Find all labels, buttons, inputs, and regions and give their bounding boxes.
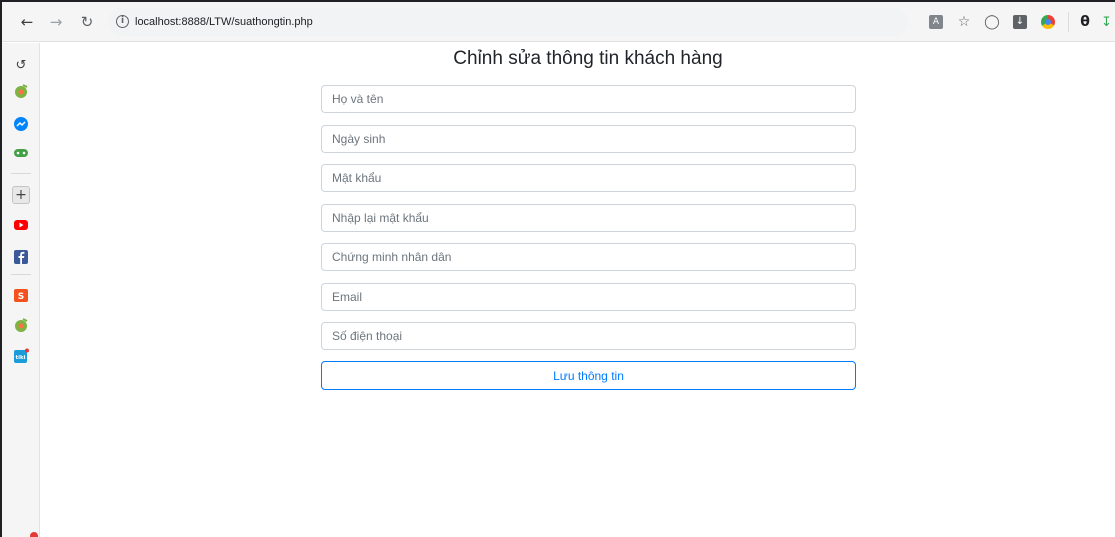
phone-input[interactable]: [321, 322, 856, 350]
svg-text:S: S: [18, 292, 24, 302]
id-card-input[interactable]: [321, 243, 856, 271]
extensions-area: A ☆ ◯ ↓ θ ↧: [920, 2, 1115, 42]
save-button[interactable]: Lưu thông tin: [321, 361, 856, 390]
page-title: Chỉnh sửa thông tin khách hàng: [453, 48, 723, 69]
chrome-ext-icon[interactable]: [1036, 10, 1060, 34]
tiki-icon[interactable]: tiki: [13, 348, 29, 364]
profile-icon[interactable]: θ: [1073, 10, 1097, 34]
address-bar[interactable]: i localhost:8888/LTW/suathongtin.php: [108, 7, 908, 36]
download-arrow-icon[interactable]: ↧: [1101, 14, 1115, 30]
password-confirm-input[interactable]: [321, 204, 856, 232]
star-icon[interactable]: ☆: [952, 10, 976, 34]
arrow-left-icon[interactable]: ←: [15, 10, 39, 34]
shield-icon[interactable]: ◯: [980, 10, 1004, 34]
shopee-icon[interactable]: S: [13, 287, 29, 303]
reload-icon[interactable]: ↻: [75, 10, 99, 34]
info-icon[interactable]: i: [116, 15, 129, 28]
green-ext-icon[interactable]: [13, 83, 29, 99]
sidebar-divider: [11, 274, 31, 275]
green-ext-icon-2[interactable]: [13, 317, 29, 333]
gamepad-icon[interactable]: [13, 145, 29, 161]
url-text: localhost:8888/LTW/suathongtin.php: [135, 15, 313, 28]
translate-icon[interactable]: A: [924, 10, 948, 34]
svg-text:tiki: tiki: [15, 355, 25, 361]
arrow-right-icon[interactable]: →: [44, 10, 68, 34]
browser-window: ← → ↻ i localhost:8888/LTW/suathongtin.p…: [0, 0, 1115, 537]
messenger-icon[interactable]: [13, 116, 29, 132]
youtube-icon[interactable]: [13, 217, 29, 233]
page-content: Chỉnh sửa thông tin khách hàng Lưu thông…: [41, 43, 1115, 537]
facebook-icon[interactable]: [13, 249, 29, 265]
sidebar-divider: [11, 173, 31, 174]
birthday-input[interactable]: [321, 125, 856, 153]
download-box-icon[interactable]: ↓: [1008, 10, 1032, 34]
browser-toolbar: ← → ↻ i localhost:8888/LTW/suathongtin.p…: [2, 2, 1115, 42]
add-icon[interactable]: +: [12, 186, 30, 204]
notification-dot: [30, 532, 38, 537]
fullname-input[interactable]: [321, 85, 856, 113]
password-input[interactable]: [321, 164, 856, 192]
email-input[interactable]: [321, 283, 856, 311]
sidebar: ↺ + S tiki: [2, 43, 40, 537]
history-icon[interactable]: ↺: [13, 57, 29, 73]
toolbar-divider: [1068, 12, 1069, 32]
